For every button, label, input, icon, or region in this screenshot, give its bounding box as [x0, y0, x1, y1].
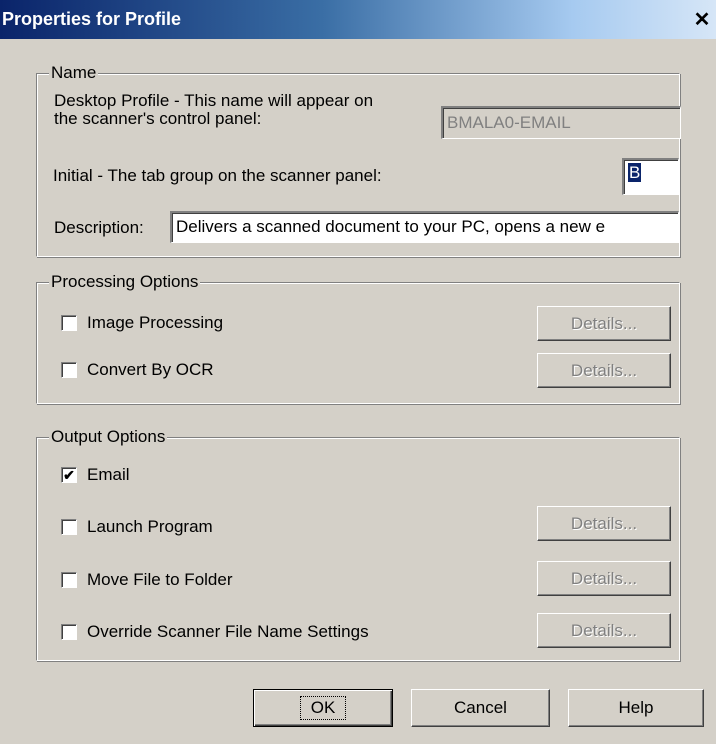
launch-program-label: Launch Program [87, 517, 213, 536]
desktop-profile-field: BMALA0-EMAIL [441, 106, 681, 139]
output-options-title: Output Options [49, 427, 168, 447]
convert-by-ocr-label: Convert By OCR [87, 360, 214, 379]
help-button[interactable]: Help [568, 689, 704, 727]
name-group-title: Name [49, 63, 99, 83]
launch-program-checkbox[interactable] [61, 519, 77, 535]
desktop-profile-label: Desktop Profile - This name will appear … [54, 92, 373, 128]
image-processing-checkbox[interactable] [61, 315, 77, 331]
description-label: Description: [54, 218, 144, 237]
convert-by-ocr-details-button[interactable]: Details... [537, 353, 671, 388]
initial-value: B [628, 163, 642, 182]
override-file-name-details-button[interactable]: Details... [537, 613, 671, 648]
desktop-profile-label-line2: the scanner's control panel: [54, 109, 262, 128]
initial-field[interactable]: B [622, 158, 679, 195]
description-field[interactable]: Delivers a scanned document to your PC, … [170, 211, 679, 243]
move-file-details-button[interactable]: Details... [537, 561, 671, 596]
convert-by-ocr-checkbox[interactable] [61, 362, 77, 378]
window-title: Properties for Profile [2, 9, 182, 29]
override-file-name-label: Override Scanner File Name Settings [87, 622, 369, 641]
move-file-checkbox[interactable] [61, 572, 77, 588]
ok-button-label: OK [299, 696, 347, 720]
cancel-button[interactable]: Cancel [411, 689, 550, 727]
initial-label: Initial - The tab group on the scanner p… [53, 166, 382, 185]
ok-button[interactable]: OK [253, 689, 393, 727]
processing-options-title: Processing Options [49, 272, 201, 292]
desktop-profile-label-line1: Desktop Profile - This name will appear … [54, 91, 374, 110]
launch-program-details-button[interactable]: Details... [537, 506, 671, 541]
title-bar: Properties for Profile ✕ [0, 0, 716, 39]
close-icon[interactable]: ✕ [691, 9, 713, 31]
move-file-label: Move File to Folder [87, 570, 233, 589]
image-processing-label: Image Processing [87, 313, 224, 332]
image-processing-details-button[interactable]: Details... [537, 306, 671, 341]
email-label: Email [87, 465, 130, 484]
email-checkbox[interactable]: ✔ [61, 467, 77, 483]
override-file-name-checkbox[interactable] [61, 624, 77, 640]
